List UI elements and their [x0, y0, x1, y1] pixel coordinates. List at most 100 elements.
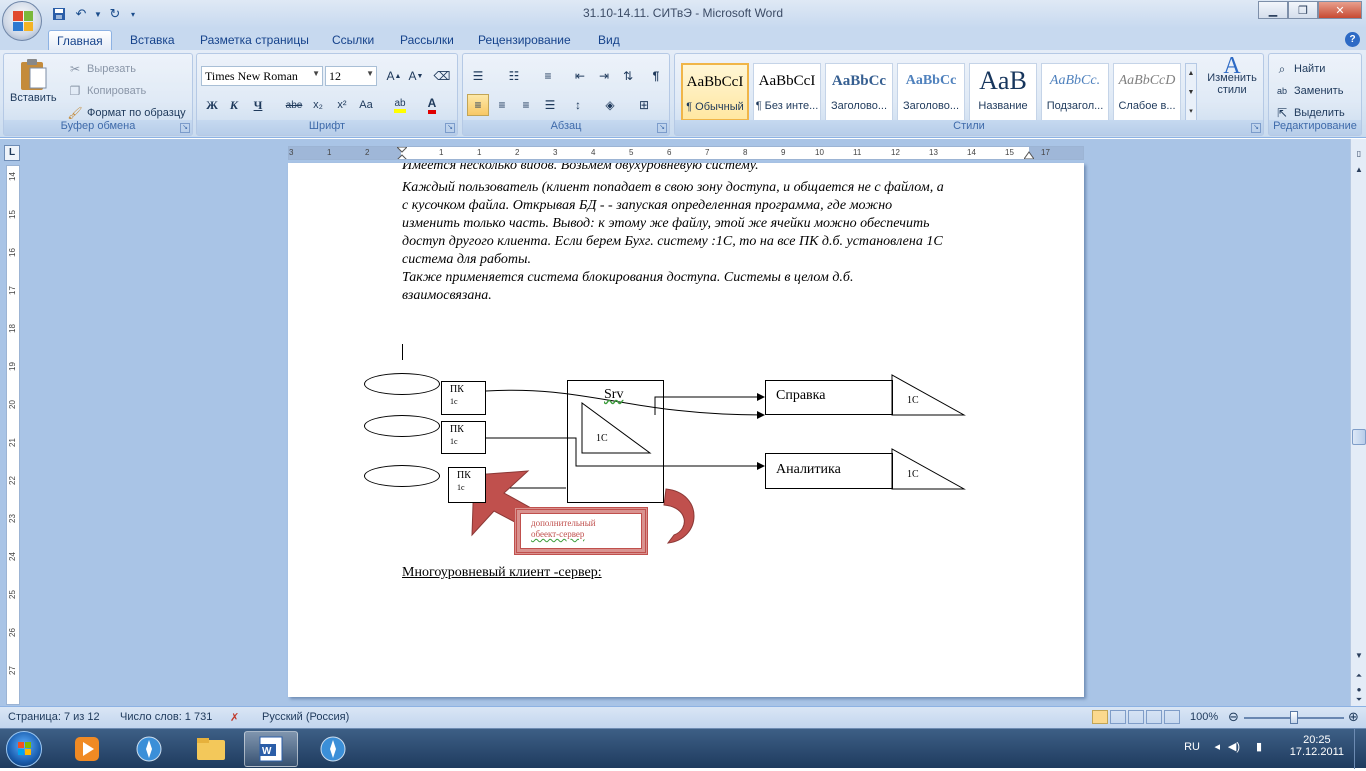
change-case-button[interactable]: Aa: [355, 94, 377, 116]
copy-button[interactable]: ❐ Копировать: [66, 82, 147, 100]
office-button[interactable]: [2, 1, 42, 41]
shrink-font-button[interactable]: A ▼: [405, 65, 427, 87]
bullets-button[interactable]: ☰: [467, 65, 489, 87]
style-title[interactable]: AaB Название: [969, 63, 1037, 121]
replace-button[interactable]: ab Заменить: [1273, 82, 1343, 100]
tab-mailings[interactable]: Рассылки: [392, 30, 462, 50]
ruler-tick: 11: [853, 148, 862, 157]
tab-insert[interactable]: Вставка: [122, 30, 183, 50]
proofing-icon[interactable]: ✗: [230, 711, 239, 724]
pc-label: ПК: [450, 384, 464, 395]
input-language[interactable]: RU: [1184, 741, 1200, 753]
tab-review[interactable]: Рецензирование: [470, 30, 579, 50]
tab-references[interactable]: Ссылки: [324, 30, 382, 50]
italic-button[interactable]: К: [223, 94, 245, 116]
explorer-button[interactable]: [184, 731, 238, 767]
zoom-out-icon[interactable]: ⊖: [1228, 709, 1239, 725]
browser-2-button[interactable]: [306, 731, 360, 767]
styles-scroll[interactable]: ▲ ▼ ▾: [1185, 63, 1197, 121]
increase-indent-button[interactable]: ⇥: [593, 65, 615, 87]
paste-button[interactable]: Вставить: [10, 58, 57, 104]
style-subtitle[interactable]: AaBbCc. Подзагол...: [1041, 63, 1109, 121]
zoom-knob[interactable]: [1290, 711, 1298, 724]
clipboard-launcher-icon[interactable]: ↘: [180, 123, 190, 133]
underline-button[interactable]: Ч: [247, 94, 269, 116]
align-left-button[interactable]: ≡: [467, 94, 489, 116]
show-marks-button[interactable]: ¶: [645, 65, 667, 87]
start-button[interactable]: [6, 731, 42, 767]
tab-page-layout[interactable]: Разметка страницы: [192, 30, 317, 50]
help-icon[interactable]: ?: [1345, 32, 1360, 47]
word-count[interactable]: Число слов: 1 731: [120, 711, 212, 723]
line-spacing-button[interactable]: ↕: [567, 94, 589, 116]
font-name-combo[interactable]: Times New Roman ▼: [201, 66, 323, 86]
superscript-button[interactable]: x²: [331, 94, 353, 116]
cut-button[interactable]: ✂ Вырезать: [66, 60, 136, 78]
horizontal-ruler[interactable]: 3 1 2 1 1 2 3 4 5 6 7 8 9 10 11 12 13 14…: [288, 146, 1084, 160]
tray-arrow-icon[interactable]: ◂: [1214, 740, 1220, 753]
close-button[interactable]: ✕: [1318, 1, 1362, 19]
paragraph-launcher-icon[interactable]: ↘: [657, 123, 667, 133]
style-no-spacing[interactable]: AaBbCcI ¶ Без инте...: [753, 63, 821, 121]
network-icon[interactable]: ▮: [1256, 740, 1262, 753]
page-count[interactable]: Страница: 7 из 12: [8, 711, 100, 723]
browser-button[interactable]: [122, 731, 176, 767]
outline-icon[interactable]: [1146, 710, 1162, 724]
indent-marker-icon[interactable]: [397, 147, 407, 160]
clock[interactable]: 20:25 17.12.2011: [1290, 734, 1344, 758]
vertical-ruler[interactable]: 14 15 16 17 18 19 20 21 22 23 24 25 26 2…: [6, 165, 20, 705]
numbering-button[interactable]: ☷: [503, 65, 525, 87]
borders-button[interactable]: ⊞: [633, 94, 655, 116]
bold-button[interactable]: Ж: [201, 94, 223, 116]
justify-button[interactable]: ☰: [539, 94, 561, 116]
previous-page-icon[interactable]: ⏶: [1352, 669, 1366, 683]
media-player-button[interactable]: [60, 731, 114, 767]
tab-home[interactable]: Главная: [48, 30, 112, 50]
change-styles-button[interactable]: A Изменить стили: [1203, 54, 1261, 96]
decrease-indent-button[interactable]: ⇤: [569, 65, 591, 87]
right-indent-marker-icon[interactable]: [1024, 149, 1034, 159]
strikethrough-button[interactable]: abe: [283, 94, 305, 116]
document-page[interactable]: Имеется несколько видов. Возьмем двухуро…: [288, 163, 1084, 697]
font-launcher-icon[interactable]: ↘: [445, 123, 455, 133]
align-right-button[interactable]: ≡: [515, 94, 537, 116]
maximize-button[interactable]: ❐: [1288, 1, 1318, 19]
style-subtle-emphasis[interactable]: AaBbCcD Слабое в...: [1113, 63, 1181, 121]
style-heading-2[interactable]: AaBbCc Заголово...: [897, 63, 965, 121]
tab-view[interactable]: Вид: [590, 30, 628, 50]
next-page-icon[interactable]: ⏷: [1352, 695, 1366, 705]
volume-icon[interactable]: ◀): [1228, 740, 1240, 753]
show-desktop-button[interactable]: [1354, 729, 1366, 769]
ruler-toggle-icon[interactable]: ▯: [1352, 147, 1366, 161]
style-normal[interactable]: AaBbCcI ¶ Обычный: [681, 63, 749, 121]
scroll-up-icon[interactable]: ▲: [1352, 163, 1366, 177]
grow-font-button[interactable]: A ▲: [383, 65, 405, 87]
zoom-level[interactable]: 100%: [1190, 711, 1218, 723]
draft-icon[interactable]: [1164, 710, 1180, 724]
scroll-down-icon[interactable]: ▼: [1352, 649, 1366, 663]
tab-selector-button[interactable]: L: [4, 145, 20, 161]
vertical-scrollbar[interactable]: ▯ ▲ ▼ ⏶ ● ⏷: [1350, 139, 1366, 706]
find-button[interactable]: ⌕ Найти: [1273, 60, 1326, 78]
styles-launcher-icon[interactable]: ↘: [1251, 123, 1261, 133]
diagram-caption[interactable]: Многоуровневый клиент -сервер:: [402, 565, 602, 581]
word-taskbar-button[interactable]: W: [244, 731, 298, 767]
web-layout-icon[interactable]: [1128, 710, 1144, 724]
align-center-button[interactable]: ≡: [491, 94, 513, 116]
clear-formatting-button[interactable]: ⌫: [431, 65, 453, 87]
shading-button[interactable]: ◈: [599, 94, 621, 116]
font-size-value: 12: [329, 69, 341, 83]
subscript-button[interactable]: x₂: [307, 94, 329, 116]
scroll-thumb[interactable]: [1352, 429, 1366, 445]
full-screen-icon[interactable]: [1110, 710, 1126, 724]
sort-button[interactable]: ⇅: [617, 65, 639, 87]
minimize-button[interactable]: ▁: [1258, 1, 1288, 19]
font-size-combo[interactable]: 12 ▼: [325, 66, 377, 86]
font-color-button[interactable]: A: [421, 94, 443, 116]
language-status[interactable]: Русский (Россия): [262, 711, 349, 723]
print-layout-icon[interactable]: [1092, 710, 1108, 724]
highlight-button[interactable]: ab: [389, 94, 411, 116]
multilevel-list-button[interactable]: ≡: [537, 65, 559, 87]
zoom-in-icon[interactable]: ⊕: [1348, 709, 1359, 725]
style-heading-1[interactable]: AaBbCc Заголово...: [825, 63, 893, 121]
